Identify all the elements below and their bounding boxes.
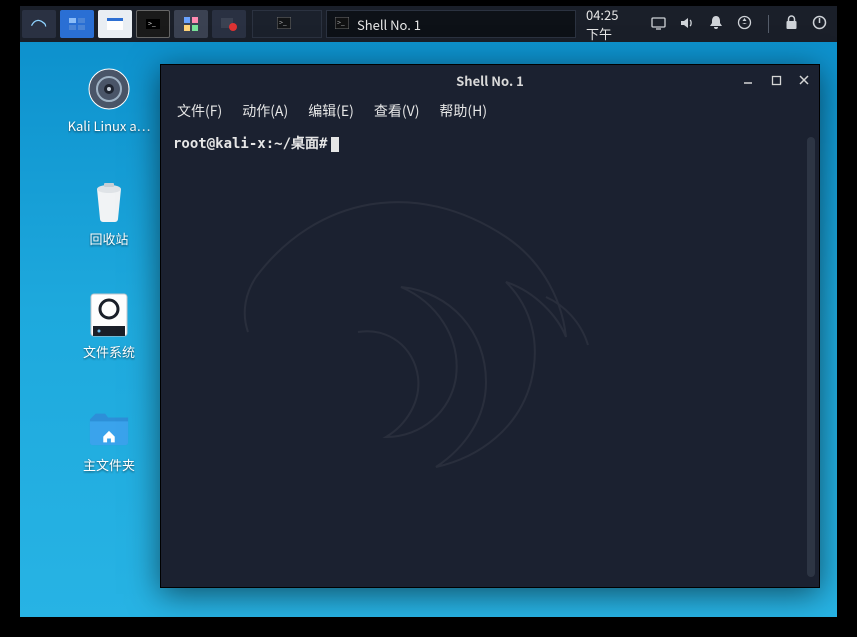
desktop-icon-trash[interactable]: 回收站 (62, 181, 156, 248)
volume-icon[interactable] (680, 15, 695, 34)
logout-icon[interactable] (812, 15, 827, 34)
maximize-button[interactable] (767, 71, 785, 89)
svg-text:>_: >_ (337, 18, 345, 28)
system-tray (641, 15, 837, 34)
titlebar[interactable]: Shell No. 1 (161, 65, 819, 95)
menubar: 文件(F) 动作(A) 编辑(E) 查看(V) 帮助(H) (161, 95, 819, 127)
terminal-window: Shell No. 1 文件(F) 动作(A) 编辑(E) 查看(V) 帮助(H… (160, 64, 820, 588)
terminal-launcher[interactable]: >_ (136, 10, 170, 38)
desktop-icon-label: 文件系统 (83, 342, 135, 361)
menu-help[interactable]: 帮助(H) (439, 101, 487, 121)
workspace-switcher[interactable] (60, 10, 94, 38)
clock[interactable]: 04:25 下午 (576, 5, 641, 43)
scrollbar[interactable] (807, 137, 815, 577)
desktop-icon-kali-iso[interactable]: Kali Linux a… (62, 68, 156, 135)
minimize-button[interactable] (739, 71, 757, 89)
svg-text:>_: >_ (148, 19, 156, 29)
taskbar-item-terminal-min[interactable]: >_ (252, 10, 322, 38)
desktop-icon-filesystem[interactable]: 文件系统 (62, 294, 156, 361)
desktop-icon-label: Kali Linux a… (68, 116, 151, 135)
home-folder-icon (88, 407, 130, 449)
tray-separator (768, 15, 769, 33)
window-title: Shell No. 1 (456, 71, 524, 90)
text-cursor (331, 137, 339, 152)
terminal-viewport[interactable]: root@kali-x:~/桌面# (161, 127, 819, 587)
disc-icon (88, 68, 130, 110)
menu-view[interactable]: 查看(V) (374, 101, 420, 121)
taskbar-item-label: Shell No. 1 (357, 15, 421, 34)
bell-icon[interactable] (709, 15, 723, 34)
lock-icon[interactable] (785, 15, 798, 34)
menu-edit[interactable]: 编辑(E) (308, 101, 354, 121)
taskbar-item-shell-1[interactable]: >_ Shell No. 1 (326, 10, 576, 38)
menu-action[interactable]: 动作(A) (242, 101, 288, 121)
power-arrow-icon[interactable] (737, 15, 752, 34)
terminal-icon: >_ (335, 16, 349, 33)
top-panel: >_ >_ >_ Shell No. 1 04:25 下午 (20, 6, 837, 42)
shell-prompt: root@kali-x:~/桌面# (173, 136, 327, 152)
terminal-icon: >_ (277, 16, 291, 33)
desktop-icon-label: 主文件夹 (83, 455, 135, 474)
svg-text:>_: >_ (279, 18, 287, 28)
desktop[interactable]: >_ >_ >_ Shell No. 1 04:25 下午 (20, 6, 837, 617)
desktop-icon-label: 回收站 (89, 229, 128, 248)
file-manager-launcher[interactable] (98, 10, 132, 38)
menu-file[interactable]: 文件(F) (177, 101, 222, 121)
trash-icon (88, 181, 130, 223)
screen-recorder-launcher[interactable] (212, 10, 246, 38)
desktop-icon-home[interactable]: 主文件夹 (62, 407, 156, 474)
close-button[interactable] (795, 71, 813, 89)
display-icon[interactable] (651, 15, 666, 34)
app-grid-launcher[interactable] (174, 10, 208, 38)
drive-icon (88, 294, 130, 336)
kali-menu-button[interactable] (22, 10, 56, 38)
